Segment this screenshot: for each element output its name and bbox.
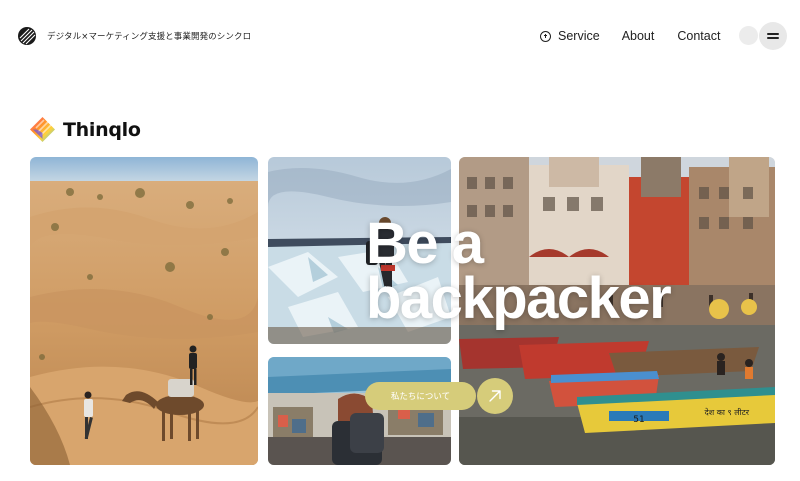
cta-arrow-button[interactable] [477, 378, 513, 414]
nav-service-label: Service [558, 29, 600, 43]
desert-photo [30, 157, 258, 465]
plus-circle-icon [540, 30, 551, 42]
gradient-diamond-icon [30, 117, 55, 142]
boat-sign-text: देश का ९ लीटर [705, 407, 750, 417]
site-header: デジタル×マーケティング支援と事業開発のシンクロ Service About C… [0, 0, 800, 72]
brand: Thinqlo [29, 116, 141, 143]
about-us-button[interactable]: 私たちについて [365, 382, 476, 410]
nav-service[interactable]: Service [540, 29, 600, 43]
nav-about[interactable]: About [622, 29, 655, 43]
nav-contact-label: Contact [677, 29, 721, 43]
hamburger-icon [767, 33, 779, 35]
hero-headline: Be a backpacker [366, 211, 672, 331]
boat-number: 51 [633, 415, 644, 425]
scribble-ball-icon[interactable] [17, 26, 37, 46]
arrow-up-right-icon [489, 390, 501, 402]
nav-contact[interactable]: Contact [677, 29, 720, 43]
menu-button[interactable] [759, 22, 787, 50]
main-nav: Service About Contact [540, 27, 720, 45]
brand-name: Thinqlo [63, 118, 141, 141]
site-tagline: デジタル×マーケティング支援と事業開発のシンクロ [47, 32, 252, 42]
headline-line-1: Be a [366, 211, 484, 276]
market-photo [268, 357, 451, 465]
theme-toggle[interactable] [739, 26, 758, 45]
headline-line-2: backpacker [366, 266, 672, 331]
nav-about-label: About [621, 29, 655, 43]
